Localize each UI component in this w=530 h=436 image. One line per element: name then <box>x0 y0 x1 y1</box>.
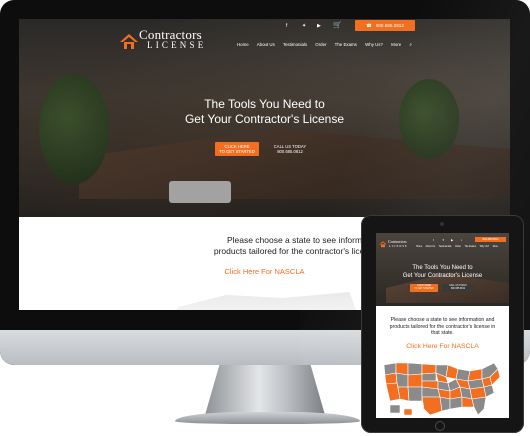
youtube-icon[interactable]: ▶ <box>317 23 321 29</box>
tablet-screen: Contractors LICENSE f ✦ ▶ ▪ 800.685.0812… <box>376 233 509 418</box>
call-us-button[interactable]: CALL US TODAY 800.685.0812 <box>265 142 315 156</box>
main-nav: Home About Us Testimonials Order The Exa… <box>237 42 419 47</box>
nav-item-why-us[interactable]: Why Us? <box>365 42 383 47</box>
tablet-state-select-prompt: Please choose a state to see information… <box>380 317 505 337</box>
map-state <box>421 363 437 375</box>
tablet-state-prompt-line1: Please choose a state to see information… <box>390 317 495 323</box>
tablet-call-us-line2: 800.685.0812 <box>450 288 466 290</box>
nav-item-testimonials[interactable]: Testimonials <box>439 246 452 248</box>
tablet-state-prompt-line3: that state. <box>431 330 454 337</box>
nav-item-more[interactable]: More <box>391 42 401 47</box>
map-state <box>421 372 437 382</box>
phone-icon: ☎ <box>366 23 372 28</box>
nav-item-testimonials[interactable]: Testimonials <box>283 42 307 47</box>
tablet-site-logo[interactable]: Contractors LICENSE <box>379 238 409 250</box>
tablet-device: Contractors LICENSE f ✦ ▶ ▪ 800.685.0812… <box>361 215 524 433</box>
tablet-home-button[interactable] <box>435 421 445 431</box>
tablet-main-nav: Home About Us Testimonials Order The Exa… <box>416 246 501 248</box>
us-map-partial <box>169 292 359 310</box>
map-state <box>439 396 451 412</box>
map-state <box>384 372 398 385</box>
get-started-line2: TO GET STARTED <box>219 149 255 154</box>
hero-title: The Tools You Need to Get Your Contracto… <box>19 97 510 127</box>
house-logo-icon <box>379 241 387 248</box>
nav-item-home[interactable]: Home <box>416 246 422 248</box>
tablet-phone-button[interactable]: 800.685.0812 <box>475 237 506 242</box>
map-state <box>407 373 423 388</box>
nav-item-order[interactable]: Order <box>315 42 326 47</box>
tablet-get-started-button[interactable]: CLICK HERE TO GET STARTED <box>410 284 438 292</box>
search-icon[interactable]: ⌕ <box>409 42 411 47</box>
call-us-line2: 800.685.0812 <box>277 149 303 154</box>
tablet-hero-title-line2: Get Your Contractor's License <box>402 272 483 279</box>
tablet-hero-title: The Tools You Need to Get Your Contracto… <box>376 265 509 280</box>
site-logo[interactable]: Contractors LICENSE <box>119 27 214 53</box>
nav-item-order[interactable]: Order <box>455 246 461 248</box>
header-phone-button[interactable]: ☎ 800.685.0812 <box>355 20 415 31</box>
monitor-stand <box>205 365 325 415</box>
youtube-icon[interactable]: ▶ <box>451 238 453 242</box>
nav-item-exams[interactable]: The Exams <box>335 42 357 47</box>
map-state <box>471 396 487 416</box>
header-phone-number: 800.685.0812 <box>375 23 404 28</box>
nav-item-home[interactable]: Home <box>237 42 249 47</box>
map-state <box>389 404 401 414</box>
hero-banner: Contractors LICENSE f ✦ ▶ 🛒 ☎ 800.685.081… <box>19 19 510 217</box>
nav-item-about[interactable]: About Us <box>257 42 275 47</box>
nav-item-exams[interactable]: The Exams <box>464 246 476 248</box>
nav-item-why-us[interactable]: Why Us? <box>480 246 489 248</box>
map-state <box>449 396 463 410</box>
map-state <box>403 408 413 416</box>
map-state <box>483 384 495 398</box>
cart-icon[interactable]: ▪ <box>461 238 462 242</box>
tablet-camera <box>440 222 444 226</box>
facebook-icon[interactable]: f <box>433 238 434 242</box>
tablet-get-started-line2: TO GET STARTED <box>414 288 434 290</box>
map-state <box>395 372 409 388</box>
map-state <box>407 386 423 402</box>
monitor-stand-base <box>175 412 360 424</box>
twitter-icon[interactable]: ✦ <box>442 238 445 242</box>
tablet-state-prompt-line2: products tailored for the contractor's l… <box>389 323 496 330</box>
map-state <box>421 396 443 416</box>
tablet-hero-title-line1: The Tools You Need to <box>412 265 473 271</box>
logo-subtext: LICENSE <box>147 40 207 50</box>
hero-title-line2: Get Your Contractor's License <box>184 112 345 126</box>
hero-title-line1: The Tools You Need to <box>204 97 325 111</box>
get-started-button[interactable]: CLICK HERE TO GET STARTED <box>215 142 259 156</box>
nav-item-about[interactable]: About Us <box>426 246 435 248</box>
house-logo-icon <box>120 34 138 49</box>
tablet-hero-banner: Contractors LICENSE f ✦ ▶ ▪ 800.685.0812… <box>376 233 509 306</box>
tablet-logo-subtext: LICENSE <box>389 244 408 248</box>
map-state <box>407 362 423 376</box>
nav-item-more[interactable]: More <box>493 246 498 248</box>
cart-icon[interactable]: 🛒 <box>333 21 342 29</box>
us-state-map[interactable] <box>382 359 502 417</box>
tablet-phone-number: 800.685.0812 <box>482 238 499 241</box>
tablet-call-us-button[interactable]: CALL US TODAY 800.685.0812 <box>442 284 474 292</box>
tablet-nascla-link[interactable]: Click Here For NASCLA <box>376 343 509 350</box>
twitter-icon[interactable]: ✦ <box>302 23 306 29</box>
facebook-icon[interactable]: f <box>286 23 287 29</box>
